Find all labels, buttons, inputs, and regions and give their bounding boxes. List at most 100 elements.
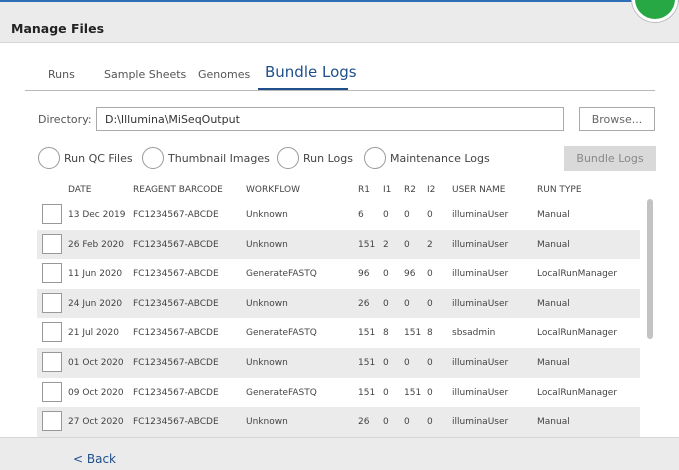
column-header-r2: R2 xyxy=(404,185,416,195)
tab-bundle-logs[interactable]: Bundle Logs xyxy=(265,63,357,81)
tab-sample-sheets[interactable]: Sample Sheets xyxy=(104,68,186,81)
cell-r1: 6 xyxy=(358,210,364,220)
table-row[interactable]: 01 Oct 2020 FC1234567-ABCDE Unknown 151 … xyxy=(37,347,640,378)
cell-r1: 151 xyxy=(358,328,376,339)
bundle-logs-button: Bundle Logs xyxy=(564,146,656,171)
cell-date: 26 Feb 2020 xyxy=(68,239,125,250)
table-row[interactable]: 24 Jun 2020 FC1234567-ABCDE Unknown 26 0… xyxy=(37,288,640,319)
cell-i2: 0 xyxy=(427,417,433,428)
cell-r2: 0 xyxy=(404,357,410,368)
cell-user-name: illuminaUser xyxy=(452,210,509,220)
cell-user-name: illuminaUser xyxy=(452,269,509,280)
window-title: Manage Files xyxy=(11,21,105,36)
tabs-divider xyxy=(25,90,655,91)
radio-maintenance-logs[interactable]: Maintenance Logs xyxy=(364,147,490,169)
radio-circle[interactable] xyxy=(364,147,386,169)
column-header-i2: I2 xyxy=(427,185,436,195)
back-button[interactable]: < Back xyxy=(73,452,116,466)
table-row[interactable]: 11 Jun 2020 FC1234567-ABCDE GenerateFAST… xyxy=(37,259,640,289)
table-row[interactable]: 13 Dec 2019 FC1234567-ABCDE Unknown 6 0 … xyxy=(37,200,640,230)
column-header-date: Date xyxy=(68,185,92,195)
cell-r2: 0 xyxy=(404,417,410,428)
cell-reagent-barcode: FC1234567-ABCDE xyxy=(133,239,219,250)
row-checkbox[interactable] xyxy=(42,411,62,432)
radio-circle[interactable] xyxy=(277,147,299,169)
radio-run-logs[interactable]: Run Logs xyxy=(277,147,353,169)
title-bar: Manage Files xyxy=(0,0,679,43)
cell-i2: 2 xyxy=(427,239,433,250)
radio-thumbnail-images[interactable]: Thumbnail Images xyxy=(142,147,270,169)
cell-i1: 0 xyxy=(383,210,389,220)
row-checkbox[interactable] xyxy=(42,292,62,313)
row-checkbox[interactable] xyxy=(42,263,62,284)
cell-user-name: illuminaUser xyxy=(452,387,509,398)
cell-run-type: LocalRunManager xyxy=(537,269,618,280)
cell-workflow: Unknown xyxy=(246,417,288,428)
cell-date: 01 Oct 2020 xyxy=(68,357,124,368)
table-header: Date Reagent Barcode Workflow R1 I1 R2 I… xyxy=(0,185,679,201)
cell-r2: 151 xyxy=(404,387,422,398)
cell-i2: 0 xyxy=(427,210,433,220)
row-checkbox[interactable] xyxy=(42,381,62,402)
cell-user-name: illuminaUser xyxy=(452,357,509,368)
cell-i1: 0 xyxy=(383,269,389,280)
row-checkbox[interactable] xyxy=(42,233,62,254)
table-row[interactable]: 09 Oct 2020 FC1234567-ABCDE GenerateFAST… xyxy=(37,378,640,408)
cell-run-type: LocalRunManager xyxy=(537,328,618,339)
radio-label: Run QC Files xyxy=(64,151,133,165)
cell-i2: 0 xyxy=(427,269,433,280)
radio-circle[interactable] xyxy=(142,147,164,169)
radio-label: Thumbnail Images xyxy=(168,151,270,165)
row-checkbox[interactable] xyxy=(42,322,62,343)
bundle-logs-table: 13 Dec 2019 FC1234567-ABCDE Unknown 6 0 … xyxy=(37,200,640,437)
cell-user-name: sbsadmin xyxy=(452,328,496,339)
title-accent xyxy=(0,0,679,2)
footer-bar: < Back xyxy=(0,437,679,470)
cell-run-type: Manual xyxy=(537,239,570,250)
cell-i2: 0 xyxy=(427,298,433,309)
table-row[interactable]: 27 Oct 2020 FC1234567-ABCDE Unknown 26 0… xyxy=(37,407,640,437)
column-header-user-name: User Name xyxy=(452,185,506,195)
cell-r1: 26 xyxy=(358,298,370,309)
cell-run-type: LocalRunManager xyxy=(537,387,618,398)
directory-label: Directory: xyxy=(38,113,92,126)
row-checkbox[interactable] xyxy=(42,351,62,372)
radio-circle[interactable] xyxy=(38,147,60,169)
cell-i2: 0 xyxy=(427,387,433,398)
cell-r1: 151 xyxy=(358,357,376,368)
cell-i2: 0 xyxy=(427,357,433,368)
column-header-reagent-barcode: Reagent Barcode xyxy=(133,185,223,195)
column-header-run-type: Run Type xyxy=(537,185,582,195)
cell-run-type: Manual xyxy=(537,357,570,368)
radio-label: Maintenance Logs xyxy=(390,151,490,165)
table-row[interactable]: 26 Feb 2020 FC1234567-ABCDE Unknown 151 … xyxy=(37,229,640,260)
cell-workflow: Unknown xyxy=(246,298,288,309)
cell-r2: 0 xyxy=(404,298,410,309)
cell-reagent-barcode: FC1234567-ABCDE xyxy=(133,298,219,309)
table-scrollbar[interactable] xyxy=(647,199,653,339)
cell-date: 13 Dec 2019 xyxy=(68,210,126,220)
radio-label: Run Logs xyxy=(303,151,353,165)
table-row[interactable]: 21 Jul 2020 FC1234567-ABCDE GenerateFAST… xyxy=(37,318,640,348)
cell-workflow: GenerateFASTQ xyxy=(246,269,317,280)
browse-button[interactable]: Browse... xyxy=(579,107,655,131)
column-header-workflow: Workflow xyxy=(246,185,300,195)
cell-i1: 0 xyxy=(383,387,389,398)
tab-runs[interactable]: Runs xyxy=(48,68,75,81)
directory-input[interactable] xyxy=(96,107,564,131)
tab-genomes[interactable]: Genomes xyxy=(198,68,250,81)
cell-date: 09 Oct 2020 xyxy=(68,387,124,398)
cell-user-name: illuminaUser xyxy=(452,239,509,250)
row-checkbox[interactable] xyxy=(42,204,62,224)
cell-i1: 0 xyxy=(383,298,389,309)
radio-run-qc-files[interactable]: Run QC Files xyxy=(38,147,133,169)
cell-user-name: illuminaUser xyxy=(452,417,509,428)
cell-workflow: GenerateFASTQ xyxy=(246,328,317,339)
cell-r1: 26 xyxy=(358,417,370,428)
cell-date: 21 Jul 2020 xyxy=(68,328,119,339)
cell-reagent-barcode: FC1234567-ABCDE xyxy=(133,357,219,368)
cell-reagent-barcode: FC1234567-ABCDE xyxy=(133,417,219,428)
cell-workflow: Unknown xyxy=(246,239,288,250)
cell-i1: 8 xyxy=(383,328,389,339)
cell-workflow: Unknown xyxy=(246,210,288,220)
